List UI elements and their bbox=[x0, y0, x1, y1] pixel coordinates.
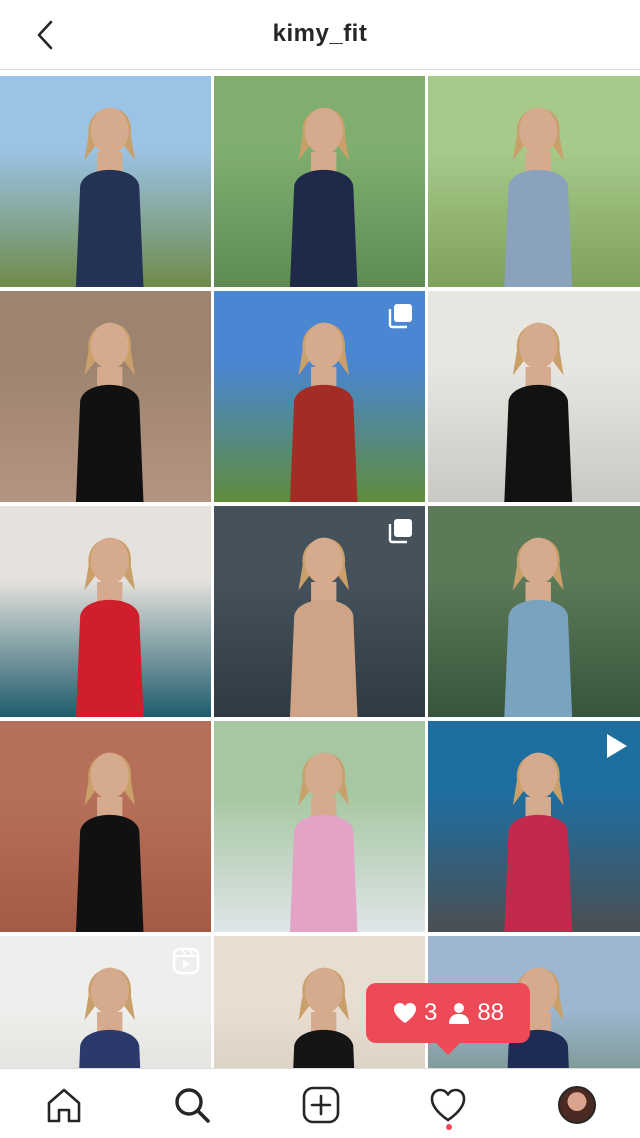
bottom-navigation bbox=[0, 1068, 640, 1138]
post-image bbox=[75, 322, 144, 502]
post-thumbnail[interactable] bbox=[0, 76, 211, 287]
activity-dot bbox=[446, 1124, 452, 1130]
post-image bbox=[289, 107, 358, 287]
nav-activity[interactable] bbox=[426, 1083, 470, 1127]
profile-avatar bbox=[558, 1086, 596, 1124]
nav-profile[interactable] bbox=[555, 1083, 599, 1127]
post-thumbnail[interactable] bbox=[428, 721, 640, 932]
new-post-icon bbox=[302, 1086, 340, 1124]
nav-home[interactable] bbox=[42, 1083, 86, 1127]
post-thumbnail[interactable] bbox=[428, 291, 640, 502]
post-thumbnail[interactable] bbox=[214, 721, 425, 932]
post-thumbnail[interactable] bbox=[214, 76, 425, 287]
home-icon bbox=[47, 1088, 81, 1123]
followers-count-group: 88 bbox=[447, 999, 504, 1027]
post-thumbnail[interactable] bbox=[428, 76, 640, 287]
carousel-icon bbox=[385, 516, 415, 546]
post-image bbox=[75, 752, 144, 932]
followers-count: 88 bbox=[477, 999, 505, 1026]
post-image bbox=[504, 537, 573, 717]
activity-icon bbox=[430, 1088, 466, 1122]
person-icon bbox=[449, 1003, 470, 1024]
posts-grid bbox=[0, 76, 640, 1138]
post-image bbox=[75, 537, 144, 717]
profile-username[interactable]: kimy_fit bbox=[0, 20, 640, 48]
post-thumbnail[interactable] bbox=[214, 291, 425, 502]
post-thumbnail[interactable] bbox=[428, 506, 640, 717]
post-image bbox=[504, 322, 573, 502]
video-icon bbox=[600, 731, 630, 761]
post-thumbnail[interactable] bbox=[0, 721, 211, 932]
activity-notification[interactable]: 3 88 bbox=[366, 983, 530, 1055]
post-image bbox=[289, 752, 358, 932]
post-thumbnail[interactable] bbox=[0, 291, 211, 502]
post-thumbnail[interactable] bbox=[0, 506, 211, 717]
top-bar: kimy_fit bbox=[0, 0, 640, 70]
post-image bbox=[75, 107, 144, 287]
post-image bbox=[504, 107, 573, 287]
post-thumbnail[interactable] bbox=[214, 506, 425, 717]
nav-search[interactable] bbox=[170, 1083, 214, 1127]
likes-count-group: 3 bbox=[392, 999, 437, 1027]
heart-icon bbox=[393, 1003, 416, 1023]
reel-icon bbox=[171, 946, 201, 976]
search-icon bbox=[175, 1088, 210, 1123]
carousel-icon bbox=[385, 301, 415, 331]
nav-new-post[interactable] bbox=[299, 1083, 343, 1127]
likes-count: 3 bbox=[423, 999, 438, 1026]
